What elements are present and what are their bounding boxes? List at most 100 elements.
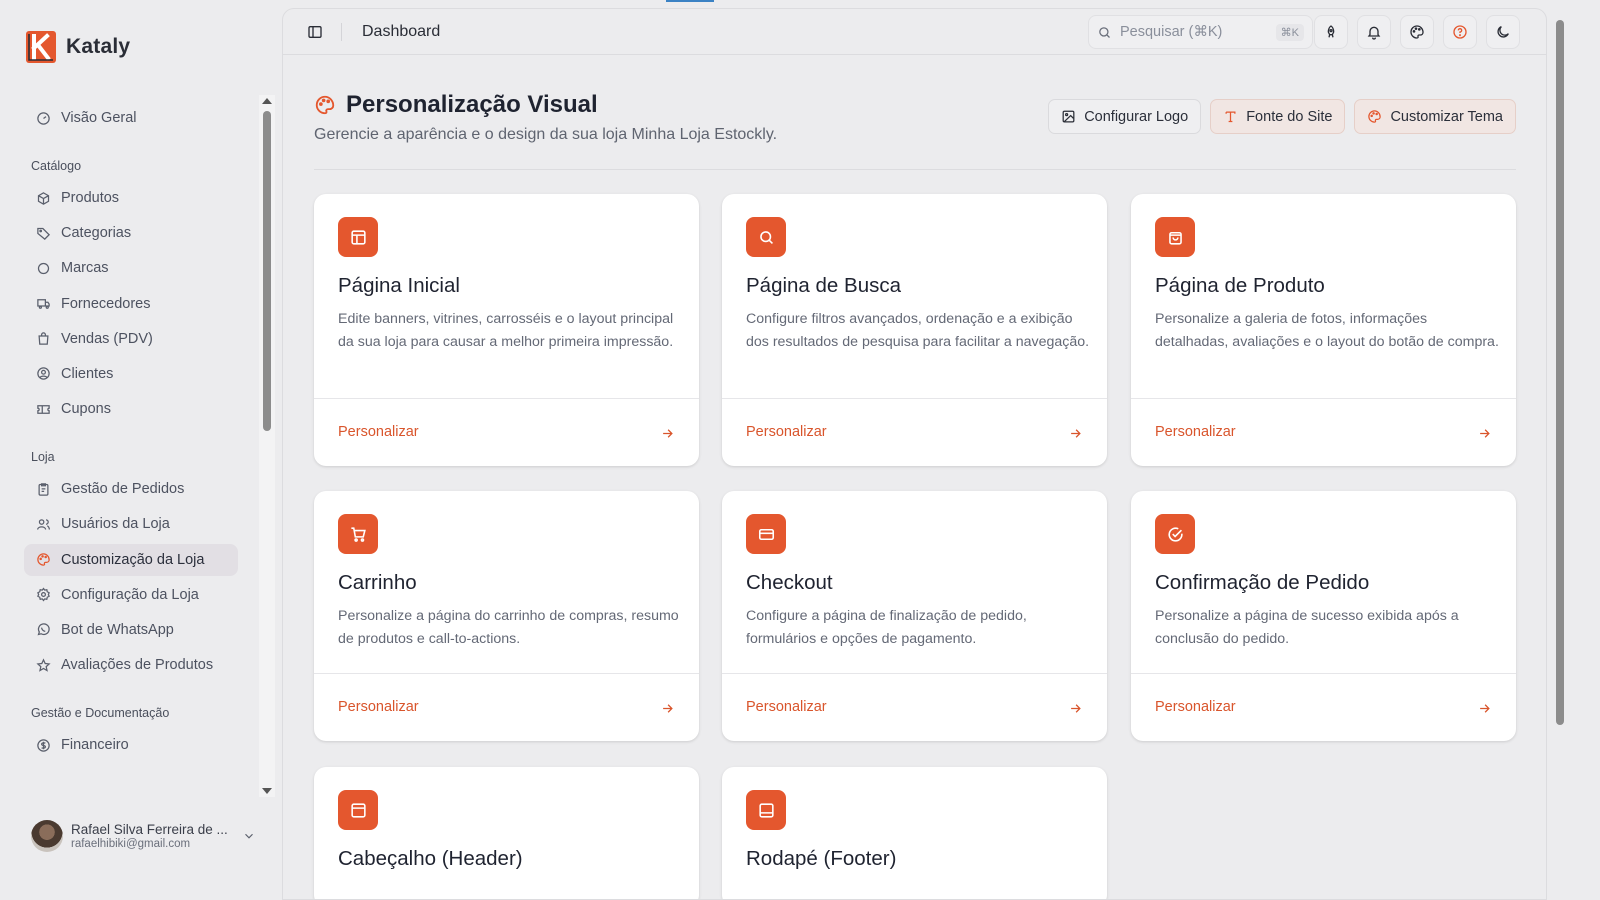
users-icon	[36, 519, 51, 530]
gear-icon	[37, 587, 50, 602]
sidebar-item-cupons[interactable]: Cupons	[24, 393, 238, 425]
dollar-circle-icon	[37, 738, 50, 752]
card-link-label: Personalizar	[1155, 424, 1236, 440]
button-label: Fonte do Site	[1246, 108, 1333, 125]
cart-icon	[338, 514, 378, 554]
card-checkout: Checkout Configure a página de finalizaç…	[722, 491, 1107, 741]
card-link-label: Personalizar	[746, 424, 827, 440]
card-pagina-busca: Página de Busca Configure filtros avança…	[722, 194, 1107, 466]
card-pagina-produto: Página de Produto Personalize a galeria …	[1131, 194, 1516, 466]
type-icon	[1225, 111, 1236, 123]
sidebar-toggle-icon[interactable]	[307, 24, 323, 40]
theme-palette-button[interactable]	[1400, 15, 1434, 49]
sidebar-item-fornecedores[interactable]: Fornecedores	[24, 288, 238, 320]
arrow-right-icon	[1480, 704, 1490, 713]
image-icon	[1062, 110, 1075, 123]
scroll-up-arrow-icon[interactable]	[262, 98, 272, 104]
header-actions: Configurar Logo Fonte do Site Customizar…	[1048, 99, 1516, 134]
arrow-right-icon	[1071, 429, 1081, 438]
sidebar-item-vendas-pdv[interactable]: Vendas (PDV)	[24, 323, 238, 355]
card-cabecalho: Cabeçalho (Header)	[314, 767, 699, 899]
user-circle-icon	[37, 367, 50, 381]
card-confirmacao-pedido: Confirmação de Pedido Personalize a pági…	[1131, 491, 1516, 741]
sidebar: Kataly Visão Geral Catálogo Produtos Cat…	[0, 0, 282, 900]
card-pagina-inicial: Página Inicial Edite banners, vitrines, …	[314, 194, 699, 466]
truck-icon	[37, 299, 50, 309]
page-scrollbar[interactable]	[1553, 0, 1567, 900]
brand[interactable]: Kataly	[26, 31, 130, 63]
package-icon	[37, 191, 50, 205]
sidebar-section-title: Loja	[31, 450, 55, 465]
card-customize-link[interactable]: Personalizar	[1131, 673, 1516, 741]
shopping-bag-icon	[38, 332, 49, 345]
brand-name: Kataly	[66, 35, 131, 58]
user-menu[interactable]: Rafael Silva Ferreira de ... rafaelhibik…	[31, 818, 256, 854]
sidebar-item-produtos[interactable]: Produtos	[24, 182, 238, 214]
sidebar-item-label: Bot de WhatsApp	[61, 621, 174, 638]
card-link-label: Personalizar	[746, 699, 827, 715]
sidebar-nav: Visão Geral Catálogo Produtos Categorias…	[0, 96, 262, 804]
card-customize-link[interactable]: Personalizar	[314, 398, 699, 466]
site-font-button[interactable]: Fonte do Site	[1210, 99, 1346, 134]
card-customize-link[interactable]: Personalizar	[1131, 398, 1516, 466]
card-title: Carrinho	[338, 571, 417, 594]
sidebar-section-title: Gestão e Documentação	[31, 706, 170, 721]
configure-logo-button[interactable]: Configurar Logo	[1048, 99, 1202, 134]
help-button[interactable]	[1443, 15, 1477, 49]
sidebar-item-financeiro[interactable]: Financeiro	[24, 729, 238, 761]
page-title: Dashboard	[362, 23, 441, 40]
notifications-button[interactable]	[1357, 15, 1391, 49]
arrow-right-icon	[663, 429, 673, 438]
card-description: Edite banners, vitrines, carrosséis e o …	[338, 311, 674, 350]
sidebar-item-marcas[interactable]: Marcas	[24, 252, 238, 284]
card-customize-link[interactable]: Personalizar	[722, 673, 1107, 741]
scrollbar-thumb[interactable]	[1556, 20, 1564, 725]
sidebar-item-label: Customização da Loja	[61, 551, 205, 568]
search-input[interactable]: Pesquisar (⌘K) ⌘K	[1088, 15, 1313, 49]
sidebar-item-label: Cupons	[61, 401, 111, 418]
sidebar-item-label: Financeiro	[61, 737, 129, 754]
sidebar-scrollbar[interactable]	[259, 95, 275, 797]
sidebar-item-bot-whatsapp[interactable]: Bot de WhatsApp	[24, 614, 238, 646]
card-customize-link[interactable]: Personalizar	[722, 398, 1107, 466]
rocket-icon	[1327, 25, 1335, 38]
sidebar-item-label: Gestão de Pedidos	[61, 481, 185, 498]
arrow-right-icon	[1071, 704, 1081, 713]
sidebar-item-label: Visão Geral	[61, 110, 137, 126]
rocket-button[interactable]	[1314, 15, 1348, 49]
button-label: Customizar Tema	[1390, 108, 1503, 125]
customize-theme-button[interactable]: Customizar Tema	[1354, 99, 1516, 134]
page-content: Personalização Visual Gerencie a aparênc…	[314, 55, 1516, 899]
sidebar-item-visao-geral[interactable]: Visão Geral	[24, 102, 238, 134]
sidebar-item-avaliacoes-produtos[interactable]: Avaliações de Produtos	[24, 649, 238, 681]
button-label: Configurar Logo	[1084, 108, 1189, 125]
sidebar-item-configuracao-loja[interactable]: Configuração da Loja	[24, 579, 238, 611]
user-email: rafaelhibiki@gmail.com	[71, 838, 191, 850]
card-title: Cabeçalho (Header)	[338, 847, 523, 870]
divider	[341, 23, 342, 41]
card-customize-link[interactable]: Personalizar	[314, 673, 699, 741]
card-title: Rodapé (Footer)	[746, 847, 897, 870]
card-title: Página de Produto	[1155, 274, 1325, 297]
sidebar-item-categorias[interactable]: Categorias	[24, 217, 238, 249]
clipboard-icon	[38, 482, 49, 496]
sidebar-item-customizacao-loja[interactable]: Customização da Loja	[24, 543, 238, 576]
card-link-label: Personalizar	[338, 699, 419, 715]
help-circle-icon	[1453, 25, 1467, 39]
sidebar-section-title: Catálogo	[31, 159, 82, 173]
user-name: Rafael Silva Ferreira de ...	[71, 822, 228, 837]
sidebar-item-usuarios-loja[interactable]: Usuários da Loja	[24, 508, 238, 540]
card-description: Personalize a galeria de fotos, informaç…	[1155, 311, 1499, 350]
browser-tab-indicator	[666, 0, 714, 2]
scrollbar-thumb[interactable]	[263, 111, 271, 431]
scroll-down-arrow-icon[interactable]	[262, 788, 272, 794]
arrow-right-icon	[1480, 429, 1490, 438]
dark-mode-button[interactable]	[1486, 15, 1520, 49]
card-title: Página Inicial	[338, 274, 460, 297]
card-title: Confirmação de Pedido	[1155, 571, 1370, 594]
sidebar-item-gestao-pedidos[interactable]: Gestão de Pedidos	[24, 473, 238, 505]
sidebar-item-clientes[interactable]: Clientes	[24, 358, 238, 390]
card-link-label: Personalizar	[338, 424, 419, 440]
search-icon	[1099, 26, 1110, 38]
sidebar-item-label: Avaliações de Produtos	[61, 657, 214, 674]
